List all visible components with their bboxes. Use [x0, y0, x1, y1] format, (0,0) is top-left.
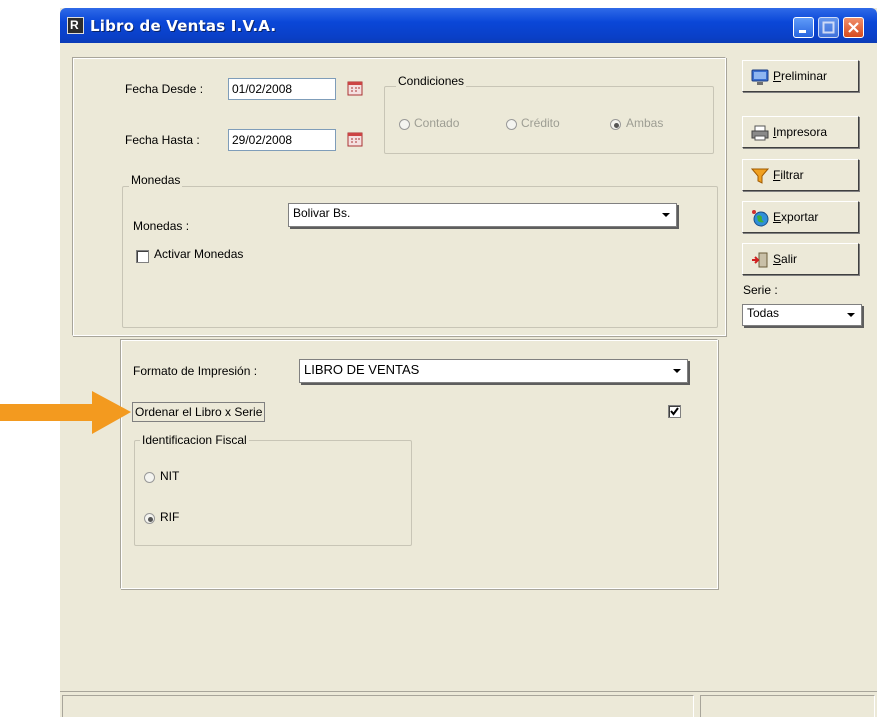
monedas-label: Monedas :	[133, 219, 190, 233]
calendar-icon	[347, 81, 363, 96]
libro-ventas-window: R Libro de Ventas I.V.A. Fecha Desde : 0…	[60, 8, 877, 717]
calendar-desde-button[interactable]	[347, 80, 363, 96]
ambas-label: Ambas	[626, 116, 664, 130]
identificacion-fiscal-group	[134, 440, 412, 546]
minimize-button[interactable]	[793, 17, 814, 38]
monedas-value: Bolivar Bs.	[293, 206, 351, 220]
nit-radio[interactable]	[144, 472, 155, 483]
ordenar-serie-label: Ordenar el Libro x Serie	[132, 402, 266, 422]
monitor-icon	[751, 69, 769, 85]
annotation-arrow	[0, 391, 131, 434]
exportar-button[interactable]: Exportar	[742, 201, 859, 233]
activar-monedas-checkbox[interactable]	[136, 250, 149, 263]
exit-door-icon	[752, 252, 768, 268]
fecha-hasta-input[interactable]: 29/02/2008	[228, 129, 336, 151]
formato-dropdown[interactable]: LIBRO DE VENTAS	[299, 359, 688, 383]
chevron-down-icon	[673, 369, 681, 373]
chevron-down-icon	[847, 313, 855, 317]
maximize-button[interactable]	[818, 17, 839, 38]
activar-monedas-label: Activar Monedas	[154, 247, 244, 261]
calendar-icon	[347, 132, 363, 147]
ambas-radio[interactable]	[610, 119, 621, 130]
calendar-hasta-button[interactable]	[347, 131, 363, 147]
credito-label: Crédito	[521, 116, 560, 130]
nit-label: NIT	[160, 469, 180, 483]
salir-button[interactable]: Salir	[742, 243, 859, 275]
exportar-label: Exportar	[773, 210, 819, 224]
preliminar-label: Preliminar	[773, 69, 828, 83]
fecha-desde-label: Fecha Desde :	[125, 82, 204, 96]
close-button[interactable]	[843, 17, 864, 38]
serie-label: Serie :	[743, 283, 778, 297]
monedas-dropdown[interactable]: Bolivar Bs.	[288, 203, 677, 227]
close-icon	[848, 22, 859, 33]
serie-value: Todas	[747, 306, 780, 320]
formato-label: Formato de Impresión :	[133, 364, 258, 378]
serie-dropdown[interactable]: Todas	[742, 304, 862, 326]
window-title: Libro de Ventas I.V.A.	[90, 17, 277, 35]
formato-value: LIBRO DE VENTAS	[304, 362, 420, 377]
credito-radio[interactable]	[506, 119, 517, 130]
app-icon[interactable]: R	[67, 17, 84, 34]
contado-radio[interactable]	[399, 119, 410, 130]
identificacion-fiscal-legend: Identificacion Fiscal	[140, 433, 249, 447]
chevron-down-icon	[662, 213, 670, 217]
globe-icon	[752, 210, 769, 227]
rif-label: RIF	[160, 510, 180, 524]
monedas-legend: Monedas	[129, 173, 183, 187]
impresora-label: Impresora	[773, 125, 828, 139]
status-pane-main	[62, 695, 694, 717]
preliminar-button[interactable]: Preliminar	[742, 60, 859, 92]
condiciones-legend: Condiciones	[396, 74, 467, 88]
contado-label: Contado	[414, 116, 460, 130]
title-bar[interactable]: R Libro de Ventas I.V.A.	[60, 8, 877, 43]
status-bar	[60, 691, 877, 717]
rif-radio[interactable]	[144, 513, 155, 524]
check-icon	[670, 407, 679, 416]
minimize-icon	[799, 30, 806, 33]
fecha-desde-input[interactable]: 01/02/2008	[228, 78, 336, 100]
ordenar-serie-checkbox[interactable]	[668, 405, 681, 418]
maximize-icon	[822, 21, 835, 34]
filtrar-button[interactable]: Filtrar	[742, 159, 859, 191]
impresora-button[interactable]: Impresora	[742, 116, 859, 148]
printer-icon	[751, 125, 769, 141]
funnel-icon	[751, 168, 769, 184]
filtrar-label: Filtrar	[773, 168, 804, 182]
fecha-hasta-label: Fecha Hasta :	[125, 133, 200, 147]
status-pane-secondary	[700, 695, 875, 717]
salir-label: Salir	[773, 252, 798, 266]
